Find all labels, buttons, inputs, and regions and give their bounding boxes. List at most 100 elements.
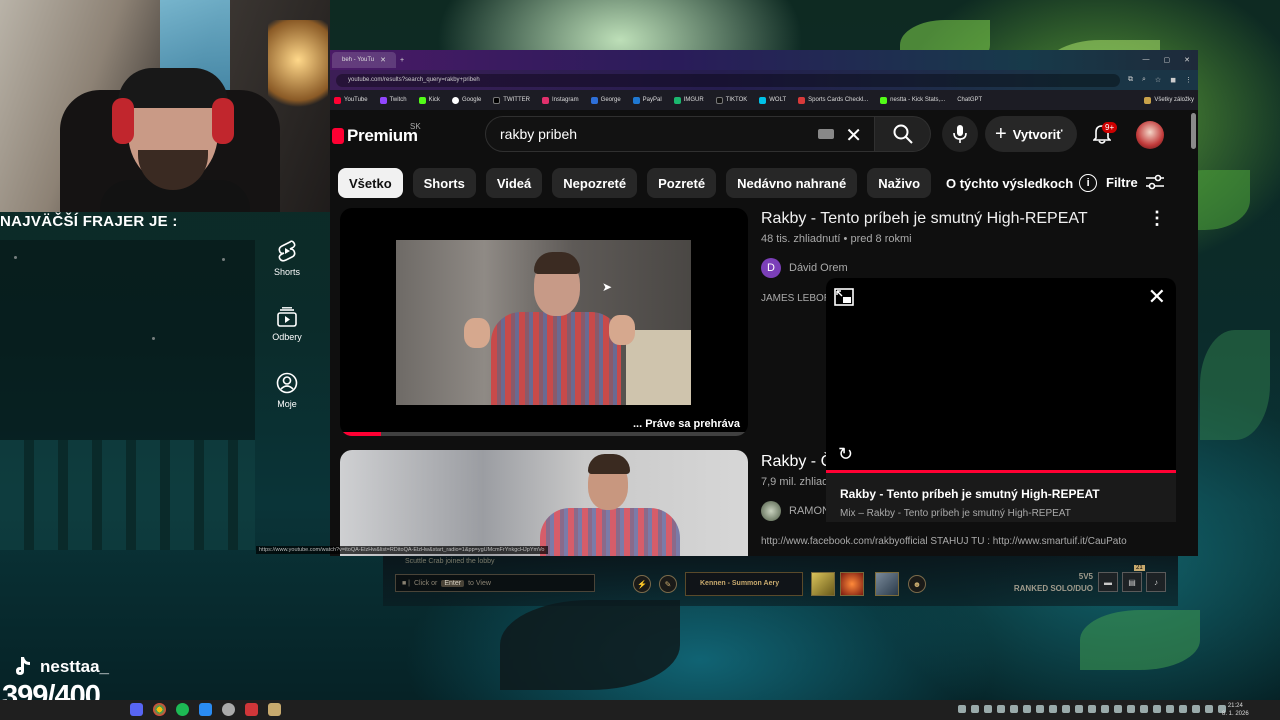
summoner-spell-icon[interactable]	[840, 572, 864, 596]
sidebar-item-shorts[interactable]: Shorts	[255, 240, 319, 277]
minimize-icon[interactable]: —	[1143, 56, 1150, 64]
close-tab-icon[interactable]: ✕	[380, 56, 386, 64]
tray-icon[interactable]	[1114, 705, 1122, 713]
spotify-icon[interactable]	[176, 703, 189, 716]
extension-icon[interactable]: ◼	[1170, 76, 1176, 84]
install-icon[interactable]: ⧉	[1128, 76, 1133, 84]
video-title[interactable]: Rakby - Č	[761, 453, 832, 471]
emote-icon[interactable]: ☻	[908, 575, 926, 593]
url-bar[interactable]: youtube.com/results?search_query=rakby+p…	[336, 73, 1120, 87]
chip-videos[interactable]: Videá	[485, 168, 543, 198]
maximize-icon[interactable]: ▢	[1164, 56, 1171, 64]
miniplayer-video[interactable]	[826, 278, 1176, 470]
chip-shorts[interactable]: Shorts	[412, 168, 476, 198]
close-window-icon[interactable]: ✕	[1184, 56, 1190, 64]
bookmark-item[interactable]: George	[590, 96, 621, 104]
chip-recently-uploaded[interactable]: Nedávno nahrané	[726, 168, 858, 198]
tray-icon[interactable]	[1036, 705, 1044, 713]
riot-client-icon[interactable]	[245, 703, 258, 716]
channel-link[interactable]: RAMON	[761, 501, 830, 521]
bookmark-item[interactable]: Kick	[418, 96, 440, 104]
bookmark-item[interactable]: WOLT	[759, 96, 786, 104]
clear-search-icon[interactable]: ✕	[845, 123, 862, 148]
browser-tab[interactable]: beh - YouTu ✕	[332, 52, 397, 68]
edit-icon[interactable]: ✎	[659, 575, 677, 593]
bookmark-star-icon[interactable]: ☆	[1155, 76, 1161, 84]
app-icon[interactable]	[199, 703, 212, 716]
avatar[interactable]	[1136, 121, 1164, 149]
tray-icon[interactable]	[1166, 705, 1174, 713]
bookmark-item[interactable]: nestta - Kick Stats,...	[880, 96, 945, 104]
bookmark-item[interactable]: YouTube	[334, 96, 368, 104]
summoner-spell-select[interactable]: Kennen - Summon Aery	[685, 572, 803, 596]
search-button[interactable]	[875, 116, 931, 152]
sidebar-item-subscriptions[interactable]: Odbery	[255, 307, 319, 342]
search-input[interactable]: rakby pribeh ✕	[485, 116, 875, 152]
bookmark-item[interactable]: Google	[451, 96, 481, 104]
bookmark-item[interactable]: TIKTOK	[715, 96, 747, 104]
obs-icon[interactable]	[222, 703, 235, 716]
lobby-list-icon[interactable]: ▤	[1122, 572, 1142, 592]
close-miniplayer-icon[interactable]: ✕	[1148, 284, 1166, 310]
bookmark-item[interactable]: IMGUR	[673, 96, 704, 104]
channel-link[interactable]: D Dávid Orem	[761, 258, 848, 278]
video-thumbnail[interactable]	[340, 450, 748, 556]
tray-icon[interactable]	[1192, 705, 1200, 713]
bookmark-item[interactable]: Instagram	[541, 96, 579, 104]
ward-skin-icon[interactable]	[875, 572, 899, 596]
tray-icon[interactable]	[984, 705, 992, 713]
filters-button[interactable]: Filtre	[1106, 174, 1164, 190]
tray-icon[interactable]	[1179, 705, 1187, 713]
league-icon[interactable]	[268, 703, 281, 716]
chat-bubble-icon[interactable]: ▬	[1098, 572, 1118, 592]
tray-icon[interactable]	[971, 705, 979, 713]
chip-unwatched[interactable]: Nepozreté	[552, 168, 638, 198]
menu-icon[interactable]: ⋮	[1185, 76, 1192, 84]
chip-all[interactable]: Všetko	[338, 168, 403, 198]
discord-icon[interactable]	[130, 703, 143, 716]
rune-icon[interactable]: ⚡	[633, 575, 651, 593]
keyboard-icon[interactable]	[818, 129, 834, 139]
lobby-chat-input[interactable]: ■ | Click or Enter to View	[395, 574, 595, 592]
youtube-logo[interactable]: Premium	[332, 126, 418, 146]
bookmark-item[interactable]: TWITTER	[493, 96, 530, 104]
video-thumbnail[interactable]: ... Práve sa prehráva	[340, 208, 748, 436]
replay-icon[interactable]: ↻	[838, 444, 853, 465]
miniplayer-progress[interactable]	[826, 470, 1176, 473]
system-clock[interactable]: 21:24 8. 1. 2026	[1222, 702, 1249, 718]
sidebar-item-you[interactable]: Moje	[255, 372, 319, 409]
tray-icon[interactable]	[1127, 705, 1135, 713]
tray-icon[interactable]	[1023, 705, 1031, 713]
tray-icon[interactable]	[958, 705, 966, 713]
chip-live[interactable]: Naživo	[867, 168, 932, 198]
expand-player-icon[interactable]	[834, 288, 854, 306]
scrollbar[interactable]	[1191, 113, 1196, 149]
tiktok-icon	[12, 654, 34, 680]
more-options-icon[interactable]: ⋮	[1148, 208, 1166, 229]
tray-icon[interactable]	[1062, 705, 1070, 713]
zoom-icon[interactable]: ⌕	[1142, 76, 1146, 84]
bookmark-item[interactable]: PayPal	[632, 96, 662, 104]
bookmark-item[interactable]: Twitch	[379, 96, 407, 104]
voice-icon[interactable]: ♪	[1146, 572, 1166, 592]
voice-search-button[interactable]	[942, 116, 978, 152]
tray-icon[interactable]	[1101, 705, 1109, 713]
summoner-spell-icon[interactable]	[811, 572, 835, 596]
tray-icon[interactable]	[1088, 705, 1096, 713]
new-tab-icon[interactable]: +	[400, 57, 404, 64]
video-title[interactable]: Rakby - Tento príbeh je smutný High-REPE…	[761, 210, 1088, 228]
tray-icon[interactable]	[1140, 705, 1148, 713]
tray-icon[interactable]	[1205, 705, 1213, 713]
tray-icon[interactable]	[997, 705, 1005, 713]
all-bookmarks[interactable]: Všetky záložky	[1144, 96, 1194, 104]
tray-icon[interactable]	[1075, 705, 1083, 713]
bookmark-item[interactable]: ChatGPT	[957, 97, 982, 103]
about-results-button[interactable]: O týchto výsledkoch i	[946, 174, 1098, 192]
tray-icon[interactable]	[1010, 705, 1018, 713]
tray-icon[interactable]	[1153, 705, 1161, 713]
create-button[interactable]: + Vytvoriť	[985, 116, 1077, 152]
chrome-icon[interactable]	[153, 703, 166, 716]
tray-icon[interactable]	[1049, 705, 1057, 713]
chip-watched[interactable]: Pozreté	[647, 168, 717, 198]
bookmark-item[interactable]: Sports Cards Checkl...	[798, 96, 868, 104]
